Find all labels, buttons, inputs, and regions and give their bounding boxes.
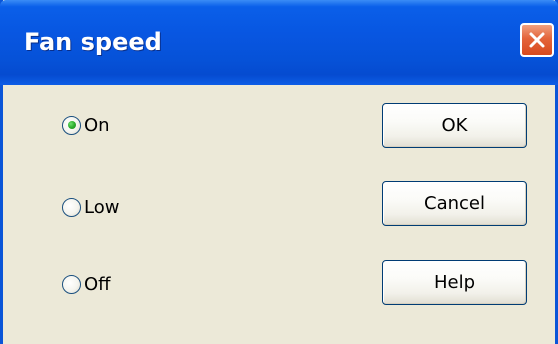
title-bar[interactable]: Fan speed: [0, 0, 558, 85]
radio-button-on[interactable]: [62, 115, 81, 135]
help-button[interactable]: Help: [382, 260, 527, 305]
close-icon: [529, 32, 545, 48]
radio-on[interactable]: On: [62, 112, 110, 138]
radio-label-on: On: [84, 114, 110, 136]
radio-label-off: Off: [84, 273, 111, 295]
radio-button-low[interactable]: [62, 197, 81, 217]
cancel-button[interactable]: Cancel: [382, 181, 527, 226]
close-button[interactable]: [520, 23, 554, 57]
dialog-body: On Low Off OK Cancel Help: [3, 85, 555, 344]
radio-label-low: Low: [84, 196, 120, 218]
fan-speed-dialog: Fan speed On Low Off OK Cancel Help: [0, 0, 558, 344]
ok-button[interactable]: OK: [382, 103, 527, 148]
radio-off[interactable]: Off: [62, 271, 111, 297]
window-title: Fan speed: [24, 28, 162, 56]
radio-button-off[interactable]: [62, 274, 81, 294]
radio-selected-dot: [67, 121, 76, 129]
radio-low[interactable]: Low: [62, 194, 119, 220]
